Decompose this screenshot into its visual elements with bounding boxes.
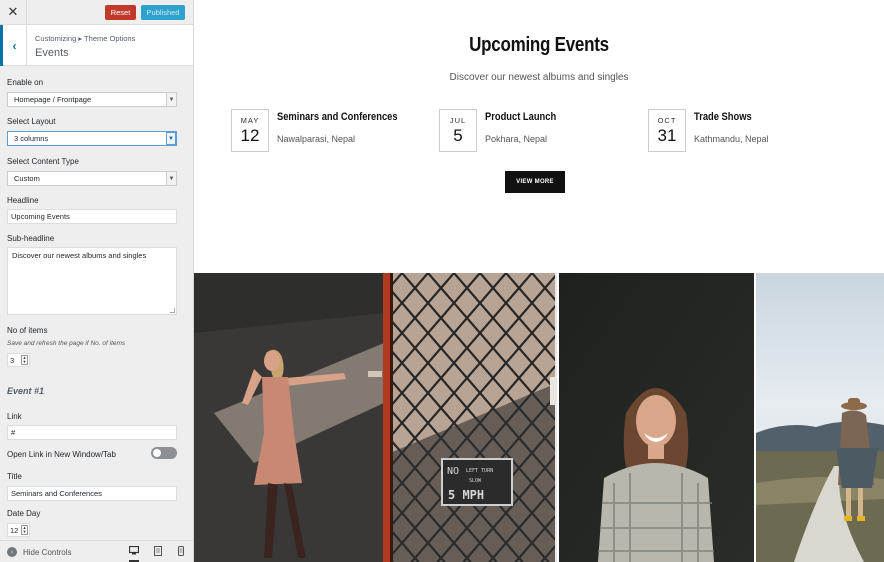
spinner-icon[interactable]: ▲ ▼ (21, 525, 28, 535)
sign-text-slow: SLOW (469, 478, 482, 484)
link-label: Link (7, 412, 22, 421)
headline-label: Headline (7, 196, 39, 205)
events-headline: Upcoming Events (469, 34, 609, 56)
subheadline-value: Discover our newest albums and singles (12, 251, 147, 260)
events-subheadline: Discover our newest albums and singles (449, 72, 629, 83)
new-window-label: Open Link in New Window/Tab (7, 450, 116, 459)
photo-dancer: NO LEFT TURN SLOW 5 MPH (194, 273, 557, 562)
customizer-sidebar: ✕ Reset Published ‹ Customizing ▸ Theme … (0, 0, 194, 562)
close-icon[interactable]: ✕ (0, 0, 27, 25)
site-preview: Upcoming Events Discover our newest albu… (194, 0, 884, 562)
headline-input[interactable]: Upcoming Events (7, 209, 177, 224)
sign-text-left-turn: LEFT TURN (466, 468, 493, 474)
event-month: OCT (657, 116, 677, 125)
event-month: JUL (449, 116, 467, 125)
spinner-icon[interactable]: ▲ ▼ (21, 355, 28, 365)
date-day-value: 12 (10, 525, 19, 535)
event-location: Kathmandu, Nepal (694, 134, 769, 144)
subheadline-textarea[interactable]: Discover our newest albums and singles (7, 247, 177, 315)
desktop-icon[interactable] (128, 545, 140, 562)
chevron-down-icon: ▼ (166, 172, 176, 185)
enable-on-select[interactable]: Homepage / Frontpage ▼ (7, 92, 177, 107)
title-input[interactable]: Seminars and Conferences (7, 486, 177, 501)
sign-text-no: NO (447, 466, 459, 477)
publish-button[interactable]: Published (141, 5, 185, 20)
content-type-value: Custom (14, 174, 40, 183)
view-more-button[interactable]: VIEW MORE (505, 171, 565, 193)
event-location: Nawalparasi, Nepal (277, 134, 356, 144)
event-day: 31 (657, 126, 677, 145)
collapse-icon: ‹ (7, 547, 17, 557)
event-title[interactable]: Trade Shows (694, 111, 752, 123)
event-date: MAY 12 (231, 109, 269, 152)
subheadline-label: Sub-headline (7, 234, 55, 243)
event-card: JUL 5 Product Launch Pokhara, Nepal (439, 109, 639, 153)
hide-controls-button[interactable]: ‹ Hide Controls (7, 547, 71, 557)
date-day-label: Date Day (7, 509, 41, 518)
layout-value: 3 columns (14, 134, 49, 143)
section-title: Events (35, 47, 69, 59)
event-day: 5 (453, 126, 463, 145)
event-month: MAY (240, 116, 260, 125)
tablet-icon[interactable] (154, 546, 162, 558)
section-header: ‹ Customizing ▸ Theme Options Events (0, 25, 193, 66)
breadcrumb: Customizing ▸ Theme Options (35, 34, 136, 43)
event-title[interactable]: Product Launch (485, 111, 556, 123)
new-window-toggle[interactable] (151, 447, 177, 459)
event-heading: Event #1 (7, 386, 45, 396)
event-title[interactable]: Seminars and Conferences (277, 111, 398, 123)
title-label: Title (7, 472, 22, 481)
link-input[interactable]: # (7, 425, 177, 440)
items-note: Save and refresh the page if No. of item… (7, 340, 126, 347)
items-value: 3 (10, 355, 15, 365)
layout-select[interactable]: 3 columns ▼ (7, 131, 177, 146)
event-location: Pokhara, Nepal (485, 134, 548, 144)
content-type-select[interactable]: Custom ▼ (7, 171, 177, 186)
items-stepper[interactable]: 3 ▲ ▼ (7, 353, 30, 367)
reset-button[interactable]: Reset (105, 5, 136, 20)
event-card: MAY 12 Seminars and Conferences Nawalpar… (231, 109, 431, 153)
event-day: 12 (240, 126, 260, 145)
sign-text-speed: 5 MPH (448, 488, 484, 502)
chevron-down-icon: ▼ (166, 93, 176, 106)
photo-traveler (756, 273, 884, 562)
enable-on-value: Homepage / Frontpage (14, 95, 92, 104)
customizer-footer: ‹ Hide Controls (0, 540, 193, 562)
photo-gallery: NO LEFT TURN SLOW 5 MPH (194, 273, 884, 562)
event-date: JUL 5 (439, 109, 477, 152)
event-card: OCT 31 Trade Shows Kathmandu, Nepal (648, 109, 848, 153)
mobile-icon[interactable] (178, 546, 184, 558)
hide-controls-label: Hide Controls (23, 547, 72, 557)
items-label: No of items (7, 326, 48, 335)
enable-on-label: Enable on (7, 78, 44, 87)
date-day-stepper[interactable]: 12 ▲ ▼ (7, 523, 30, 537)
back-arrow-icon[interactable]: ‹ (0, 25, 27, 66)
photo-smiling-woman (559, 273, 756, 562)
event-date: OCT 31 (648, 109, 686, 152)
resize-handle[interactable] (170, 308, 175, 313)
chevron-down-icon: ▼ (166, 132, 176, 145)
customizer-header: ✕ Reset Published (0, 0, 193, 25)
content-type-label: Select Content Type (7, 157, 79, 166)
layout-label: Select Layout (7, 117, 56, 126)
